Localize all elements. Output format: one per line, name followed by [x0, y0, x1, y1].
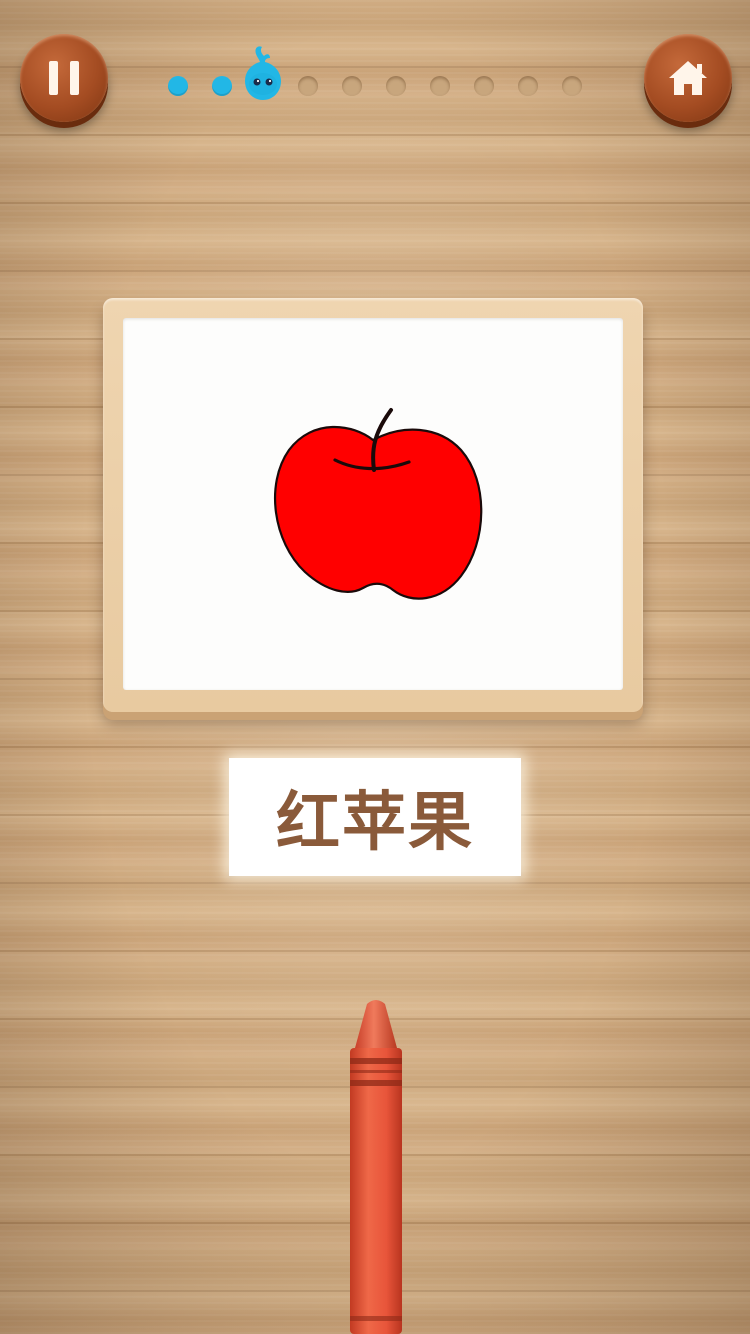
drawing-canvas[interactable]	[123, 318, 623, 690]
pause-button[interactable]	[20, 34, 108, 122]
picture-frame	[103, 298, 643, 712]
word-label: 红苹果	[276, 786, 474, 860]
pause-icon	[49, 61, 79, 95]
progress-dot-2	[212, 76, 232, 96]
progress-dot-8	[474, 76, 494, 96]
water-drop-mascot-icon	[245, 46, 281, 100]
home-button[interactable]	[644, 34, 732, 122]
progress-dot-10	[562, 76, 582, 96]
red-apple-drawing	[273, 408, 483, 600]
progress-dot-5	[342, 76, 362, 96]
word-card: 红苹果	[229, 758, 521, 876]
progress-dot-7	[430, 76, 450, 96]
crayon-icon[interactable]	[345, 998, 407, 1334]
home-icon	[669, 61, 707, 95]
progress-dot-1	[168, 76, 188, 96]
progress-track	[160, 46, 590, 120]
progress-dot-9	[518, 76, 538, 96]
progress-dot-6	[386, 76, 406, 96]
progress-dot-4	[298, 76, 318, 96]
